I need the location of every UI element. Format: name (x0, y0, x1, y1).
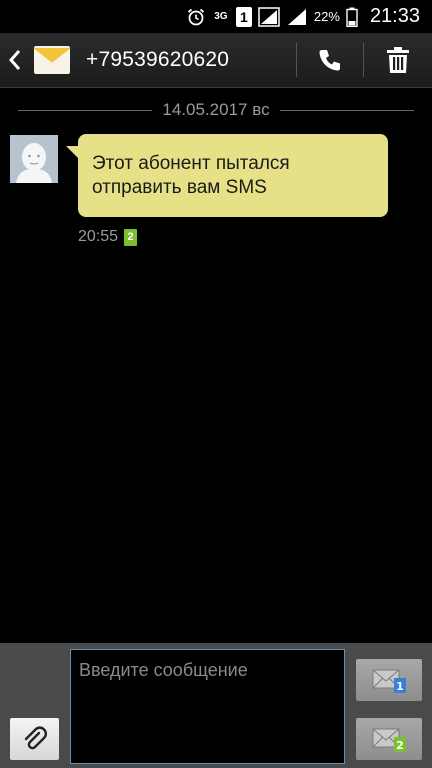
contact-avatar[interactable] (10, 135, 58, 183)
compose-bar: 1 2 (0, 643, 432, 768)
back-button[interactable] (0, 33, 30, 88)
send-sim1-label: 1 (396, 680, 404, 693)
signal-1-icon (258, 6, 280, 27)
message-bubble[interactable]: Этот абонент пытался отправить вам SMS (66, 134, 388, 217)
status-time: 21:33 (369, 5, 420, 27)
attach-button[interactable] (10, 718, 59, 760)
date-label: 14.05.2017 вс (162, 100, 270, 119)
paperclip-icon (24, 726, 47, 750)
delete-button[interactable] (364, 33, 432, 88)
message-time: 20:55 (78, 228, 119, 245)
person-avatar-icon (10, 135, 58, 183)
message-meta: 20:55 2 (78, 226, 138, 248)
send-envelope-icon: 1 (372, 669, 406, 693)
separator-line (18, 109, 153, 111)
signal-2-icon (286, 7, 308, 27)
date-separator: 14.05.2017 вс (18, 98, 414, 122)
network-type-icon: 3G (212, 10, 230, 22)
send-envelope-icon: 2 (372, 728, 406, 752)
sim-indicator: 1 (235, 6, 252, 27)
send-sim1-button[interactable]: 1 (356, 659, 422, 701)
messages-envelope-icon (32, 40, 72, 80)
battery-percent: 22% (313, 9, 340, 24)
network-type-label: 3G (214, 10, 228, 22)
send-sim2-button[interactable]: 2 (356, 718, 422, 760)
message-text: Этот абонент пытался отправить вам SMS (92, 153, 290, 198)
contact-title[interactable]: +79539620620 (86, 48, 296, 72)
call-button[interactable] (297, 33, 363, 88)
send-sim2-label: 2 (396, 739, 404, 752)
trash-icon (387, 47, 409, 73)
battery-icon (346, 7, 358, 27)
back-arrow-icon (8, 50, 21, 70)
message-input[interactable] (70, 649, 345, 764)
status-bar: 3G 1 22% 21:33 (0, 0, 432, 33)
alarm-icon (186, 7, 206, 27)
action-bar: +79539620620 (0, 33, 432, 88)
sim-badge: 2 (124, 228, 138, 246)
phone-icon (319, 50, 340, 71)
separator-line (279, 109, 414, 111)
